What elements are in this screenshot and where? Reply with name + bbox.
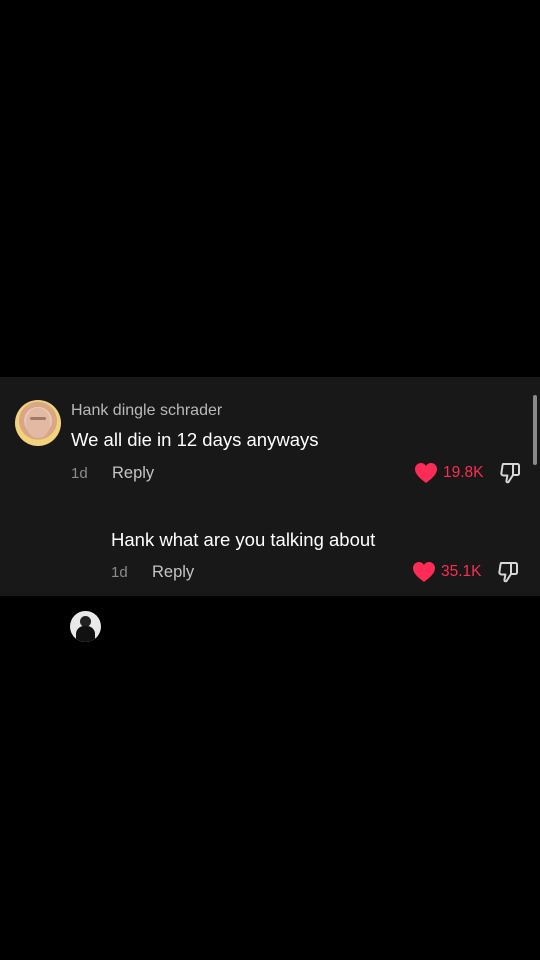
avatar[interactable] bbox=[15, 400, 61, 446]
dislike-button[interactable] bbox=[499, 462, 521, 484]
dislike-button[interactable] bbox=[497, 561, 519, 583]
video-frame: Hank dingle schrader We all die in 12 da… bbox=[0, 0, 540, 960]
comment-username[interactable]: Hank dingle schrader bbox=[71, 402, 222, 420]
scrollbar[interactable] bbox=[533, 395, 537, 465]
comment-thread: Hank dingle schrader We all die in 12 da… bbox=[0, 377, 540, 642]
like-count: 35.1K bbox=[441, 563, 482, 580]
avatar-face bbox=[26, 408, 50, 438]
like-count: 19.8K bbox=[443, 464, 484, 481]
heart-icon bbox=[415, 463, 437, 483]
comment-timestamp: 1d bbox=[71, 465, 88, 482]
comment: Hank dingle schrader We all die in 12 da… bbox=[0, 377, 540, 489]
avatar-brow bbox=[30, 417, 46, 420]
comment-text: Hank what are you talking about bbox=[111, 529, 376, 550]
avatar[interactable] bbox=[70, 611, 101, 642]
like-button[interactable]: 35.1K bbox=[412, 561, 482, 583]
reply-button[interactable]: Reply bbox=[112, 464, 154, 483]
heart-icon bbox=[413, 562, 435, 582]
thumbs-down-icon bbox=[498, 562, 518, 583]
thumbs-down-icon bbox=[500, 463, 520, 484]
reply-button[interactable]: Reply bbox=[152, 563, 194, 582]
comment-text: We all die in 12 days anyways bbox=[71, 429, 319, 450]
reply-comment: Hank what are you talking about 1d Reply… bbox=[0, 489, 540, 642]
avatar-body bbox=[76, 626, 95, 642]
comment-timestamp: 1d bbox=[111, 564, 128, 581]
like-button[interactable]: 19.8K bbox=[414, 462, 484, 484]
